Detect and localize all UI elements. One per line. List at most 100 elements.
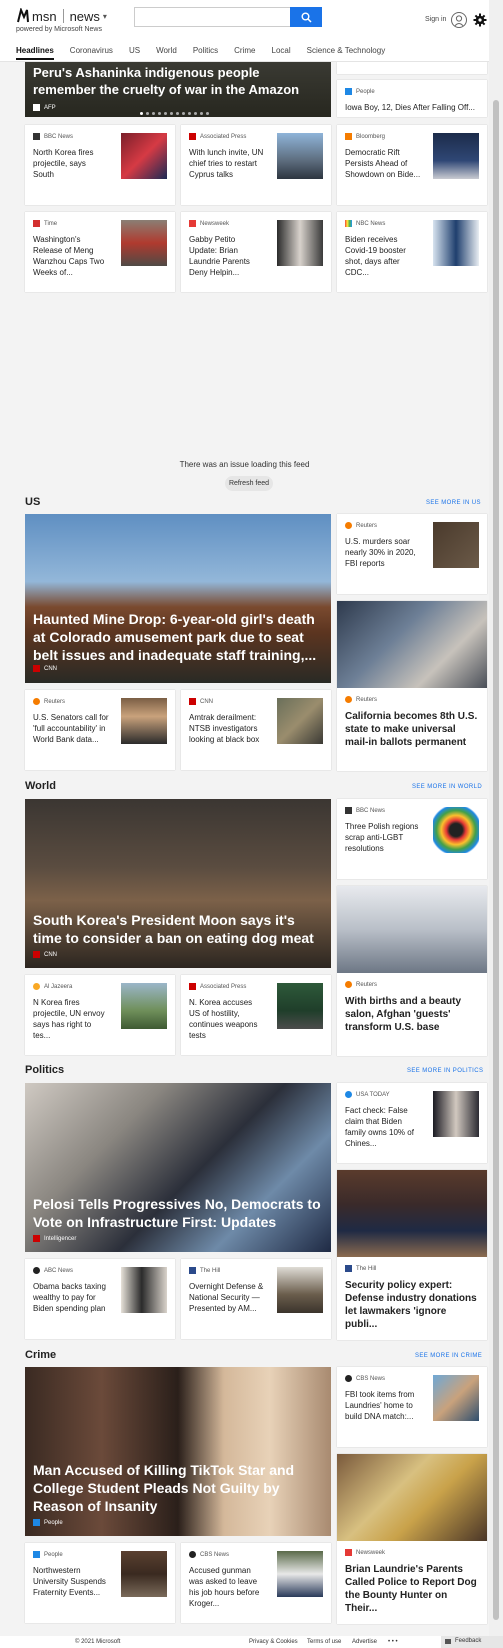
news-card[interactable]: People Iowa Boy, 12, Dies After Falling … bbox=[337, 80, 487, 117]
tab-local[interactable]: Local bbox=[272, 46, 291, 60]
tab-politics[interactable]: Politics bbox=[193, 46, 218, 60]
news-card[interactable]: ABC News Obama backs taxing wealthy to p… bbox=[25, 1259, 175, 1339]
feedback-button[interactable]: Feedback bbox=[441, 1636, 503, 1648]
news-card[interactable]: CBS News FBI took items from Laundries' … bbox=[337, 1367, 487, 1447]
brand-label: msn bbox=[32, 8, 57, 24]
news-card[interactable]: Al Jazeera N Korea fires projectile, UN … bbox=[25, 975, 175, 1055]
article-source: Reuters bbox=[345, 696, 377, 703]
tab-coronavirus[interactable]: Coronavirus bbox=[70, 46, 113, 60]
hero-card-crime[interactable]: Man Accused of Killing TikTok Star and C… bbox=[25, 1367, 331, 1536]
privacy-link[interactable]: Privacy & Cookies bbox=[249, 1639, 298, 1645]
hero-title: Peru's Ashaninka indigenous people remem… bbox=[33, 65, 300, 97]
tab-us[interactable]: US bbox=[129, 46, 140, 60]
article-title: U.S. murders soar nearly 30% in 2020, FB… bbox=[345, 537, 416, 568]
cnn-icon bbox=[33, 951, 40, 958]
news-card[interactable]: CNN Amtrak derailment: NTSB investigator… bbox=[181, 690, 331, 770]
news-card[interactable]: Associated Press With lunch invite, UN c… bbox=[181, 125, 331, 205]
news-card[interactable]: CBS News Accused gunman was asked to lea… bbox=[181, 1543, 331, 1623]
hero-source: Intelligencer bbox=[33, 1235, 76, 1242]
hero-card-top[interactable]: Peru's Ashaninka indigenous people remem… bbox=[25, 62, 331, 117]
refresh-feed-button[interactable]: Refresh feed bbox=[225, 476, 273, 491]
see-more-world-link[interactable]: SEE MORE IN WORLD bbox=[412, 784, 482, 790]
article-title: Iowa Boy, 12, Dies After Falling Off... bbox=[345, 103, 475, 112]
article-source: The Hill bbox=[345, 1265, 376, 1272]
page-scrollbar[interactable] bbox=[489, 0, 503, 1636]
section-heading-us: US bbox=[25, 496, 41, 508]
hero-card-politics[interactable]: Pelosi Tells Progressives No, Democrats … bbox=[25, 1083, 331, 1252]
the-hill-icon bbox=[345, 1265, 352, 1272]
article-title: N. Korea accuses US of hostility, contin… bbox=[189, 998, 258, 1040]
article-title: With births and a beauty salon, Afghan '… bbox=[345, 996, 462, 1033]
sign-in-link[interactable]: Sign in bbox=[425, 16, 446, 23]
advertise-link[interactable]: Advertise bbox=[352, 1639, 377, 1645]
intelligencer-icon bbox=[33, 1235, 40, 1242]
news-card[interactable]: Reuters U.S. Senators call for 'full acc… bbox=[25, 690, 175, 770]
terms-link[interactable]: Terms of use bbox=[307, 1639, 341, 1645]
article-thumbnail bbox=[433, 1091, 479, 1137]
header: msn news ▾ powered by Microsoft News Sig… bbox=[0, 0, 489, 62]
tab-crime[interactable]: Crime bbox=[234, 46, 255, 60]
news-card-large[interactable]: Newsweek Brian Laundrie's Parents Called… bbox=[337, 1454, 487, 1624]
tab-science-technology[interactable]: Science & Technology bbox=[307, 46, 386, 60]
article-source: USA TODAY bbox=[345, 1091, 390, 1098]
article-source: ABC News bbox=[33, 1267, 73, 1274]
cbs-news-icon bbox=[189, 1551, 196, 1558]
feedback-icon bbox=[445, 1639, 451, 1644]
news-card-large[interactable]: The Hill Security policy expert: Defense… bbox=[337, 1170, 487, 1340]
carousel-dots[interactable] bbox=[140, 112, 209, 115]
news-card[interactable]: BBC News Three Polish regions scrap anti… bbox=[337, 799, 487, 879]
article-title: Security policy expert: Defense industry… bbox=[345, 1280, 477, 1330]
msn-logo[interactable]: msn news ▾ bbox=[16, 8, 107, 24]
search-button[interactable] bbox=[290, 7, 322, 27]
reuters-icon bbox=[33, 698, 40, 705]
cbs-news-icon bbox=[345, 1375, 352, 1382]
news-card[interactable]: Time Washington's Release of Meng Wanzho… bbox=[25, 212, 175, 292]
article-source: Reuters bbox=[345, 981, 377, 988]
article-thumbnail bbox=[277, 1551, 323, 1597]
copyright: © 2021 Microsoft bbox=[75, 1639, 121, 1645]
chevron-down-icon[interactable]: ▾ bbox=[103, 12, 107, 21]
nbc-icon bbox=[345, 220, 352, 227]
news-card-large[interactable]: Reuters California becomes 8th U.S. stat… bbox=[337, 601, 487, 771]
article-thumbnail bbox=[121, 1267, 167, 1313]
section-heading-crime: Crime bbox=[25, 1349, 57, 1361]
hero-card-world[interactable]: South Korea's President Moon says it's t… bbox=[25, 799, 331, 968]
avatar-icon[interactable] bbox=[451, 12, 467, 28]
news-card[interactable]: Bloomberg Democratic Rift Persists Ahead… bbox=[337, 125, 487, 205]
tab-headlines[interactable]: Headlines bbox=[16, 46, 54, 60]
footer: © 2021 Microsoft Privacy & Cookies Terms… bbox=[0, 1636, 503, 1648]
news-card[interactable]: USA TODAY Fact check: False claim that B… bbox=[337, 1083, 487, 1163]
article-thumbnail bbox=[433, 522, 479, 568]
news-card[interactable]: People Northwestern University Suspends … bbox=[25, 1543, 175, 1623]
news-card[interactable]: The Hill Overnight Defense & National Se… bbox=[181, 1259, 331, 1339]
news-card[interactable]: NBC News Biden receives Covid-19 booster… bbox=[337, 212, 487, 292]
hero-source: CNN bbox=[33, 665, 57, 672]
hero-card-us[interactable]: Haunted Mine Drop: 6-year-old girl's dea… bbox=[25, 514, 331, 683]
article-title: Gabby Petito Update: Brian Laundrie Pare… bbox=[189, 235, 250, 277]
newsweek-icon bbox=[189, 220, 196, 227]
see-more-us-link[interactable]: SEE MORE IN US bbox=[426, 500, 481, 506]
news-card[interactable] bbox=[337, 62, 487, 74]
news-card[interactable]: Associated Press N. Korea accuses US of … bbox=[181, 975, 331, 1055]
news-card[interactable]: Reuters U.S. murders soar nearly 30% in … bbox=[337, 514, 487, 594]
article-image bbox=[337, 886, 487, 973]
al-jazeera-icon bbox=[33, 983, 40, 990]
scrollbar-thumb[interactable] bbox=[493, 100, 499, 1620]
more-links-button[interactable]: • • • bbox=[388, 1639, 398, 1645]
gear-icon[interactable] bbox=[473, 13, 487, 27]
search-input[interactable] bbox=[134, 7, 290, 27]
article-thumbnail bbox=[433, 133, 479, 179]
bbc-icon bbox=[33, 133, 40, 140]
time-icon bbox=[33, 220, 40, 227]
news-card[interactable]: BBC News North Korea fires projectile, s… bbox=[25, 125, 175, 205]
see-more-politics-link[interactable]: SEE MORE IN POLITICS bbox=[407, 1068, 483, 1074]
see-more-crime-link[interactable]: SEE MORE IN CRIME bbox=[415, 1353, 482, 1359]
article-title: U.S. Senators call for 'full accountabil… bbox=[33, 713, 109, 744]
tab-world[interactable]: World bbox=[156, 46, 177, 60]
article-source: CBS News bbox=[345, 1375, 385, 1382]
news-card[interactable]: Newsweek Gabby Petito Update: Brian Laun… bbox=[181, 212, 331, 292]
msn-butterfly-icon bbox=[17, 8, 29, 23]
news-card-large[interactable]: Reuters With births and a beauty salon, … bbox=[337, 886, 487, 1056]
hero-title: Pelosi Tells Progressives No, Democrats … bbox=[33, 1196, 321, 1230]
article-thumbnail bbox=[277, 698, 323, 744]
